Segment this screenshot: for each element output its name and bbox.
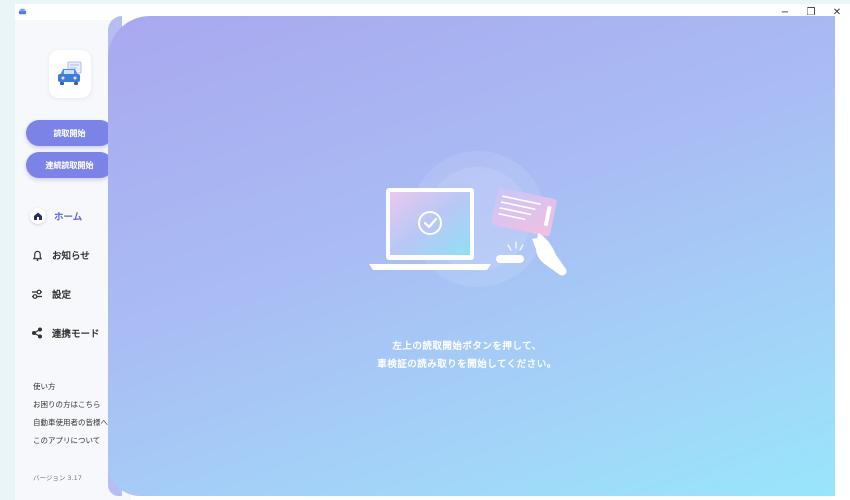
- read-start-button[interactable]: 読取開始: [26, 120, 113, 146]
- app-icon: [18, 8, 27, 15]
- link-vehicle-users[interactable]: 自動車使用者の皆様へ: [33, 417, 108, 428]
- nav-item-label: お知らせ: [52, 251, 90, 262]
- car-document-icon: [58, 61, 82, 85]
- laptop-card-illustration: [369, 151, 567, 287]
- version-label: バージョン 3.17: [33, 474, 82, 482]
- continuous-read-button[interactable]: 連続読取開始: [26, 152, 113, 178]
- link-how-to-use[interactable]: 使い方: [33, 381, 56, 392]
- app-logo: [49, 50, 91, 98]
- nav-item-notice[interactable]: お知らせ: [30, 246, 90, 264]
- nav-item-home[interactable]: ホーム: [30, 207, 82, 225]
- nav-item-label: 連携モード: [52, 329, 100, 340]
- nav-item-settings[interactable]: 設定: [30, 285, 71, 303]
- bell-icon: [30, 248, 44, 262]
- sliders-icon: [30, 287, 44, 301]
- link-help[interactable]: お困りの方はこちら: [33, 399, 101, 410]
- link-about-app[interactable]: このアプリについて: [33, 435, 100, 446]
- share-icon: [30, 326, 44, 340]
- home-icon: [30, 208, 46, 224]
- nav-item-label: 設定: [52, 290, 72, 301]
- main-panel: 左上の読取開始ボタンを押して、 車検証の読み取りを開始してください。: [108, 16, 835, 496]
- instruction-line-2: 車検証の読み取りを開始してください。: [377, 359, 557, 370]
- nav-item-label: ホーム: [54, 212, 83, 223]
- nav-item-link-mode[interactable]: 連携モード: [30, 324, 100, 342]
- instruction-line-1: 左上の読取開始ボタンを押して、: [392, 341, 542, 352]
